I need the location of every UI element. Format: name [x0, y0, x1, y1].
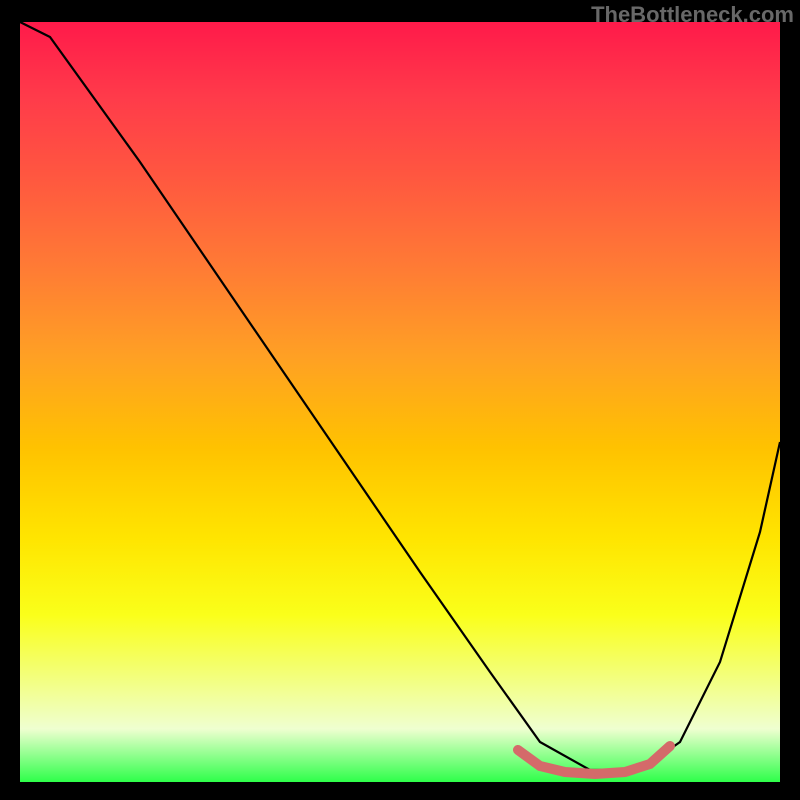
bottleneck-curve: [20, 22, 780, 770]
optimal-range-marker: [518, 746, 670, 774]
chart-frame: [20, 22, 780, 782]
chart-svg: [20, 22, 780, 782]
